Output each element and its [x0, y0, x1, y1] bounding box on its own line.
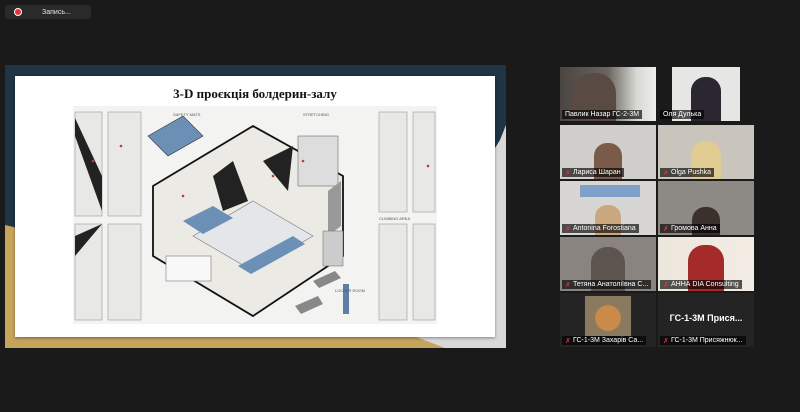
muted-mic-icon: ✗	[663, 338, 669, 345]
slide-title: 3-D проєкція болдерин-залу	[173, 86, 337, 101]
participant-name: ✗ АННА DIA Consulting	[660, 280, 742, 289]
participant-name: ✗ ГС-1-3М Присяжнюк...	[660, 336, 746, 345]
participant-tile[interactable]: ✗ ГС-1-3М Захарів Са...	[560, 293, 656, 347]
muted-mic-icon: ✗	[565, 338, 571, 345]
recording-label: Запись...	[42, 8, 71, 16]
participant-tile[interactable]: ✗ Тетяна Анатоліївна С...	[560, 237, 656, 291]
muted-mic-icon: ✗	[663, 226, 669, 233]
participant-tile[interactable]: ✗ Лариса Шаран	[560, 125, 656, 179]
participant-name: ✗ Olga Pushka	[660, 168, 715, 177]
label-stretching: STRETCHING	[303, 112, 329, 117]
muted-mic-icon: ✗	[663, 170, 669, 177]
participant-tile[interactable]: ГС-1-3М Прися... ✗ ГС-1-3М Присяжнюк...	[658, 293, 754, 347]
label-safety-mats: SAFETY MATS	[173, 112, 201, 117]
muted-mic-icon: ✗	[663, 282, 669, 289]
record-dot-icon	[14, 8, 22, 16]
label-climbing-area: CLIMBING AREA	[379, 216, 410, 221]
muted-mic-icon: ✗	[565, 282, 571, 289]
participant-tile[interactable]: ✗ Antonina Forostiana	[560, 181, 656, 235]
participant-name: ✗ ГС-1-3М Захарів Са...	[562, 336, 647, 345]
participant-name: ✗ Antonina Forostiana	[562, 224, 639, 233]
recording-indicator[interactable]: Запись...	[5, 5, 91, 19]
participant-tile[interactable]: ✗ Olga Pushka	[658, 125, 754, 179]
participant-name: Павлик Назар ГС-2-3М	[562, 110, 643, 119]
slide: 3-D проєкція болдерин-залу SAFETY MATS S…	[15, 76, 495, 337]
bouldering-hall-illustration: SAFETY MATS STRETCHING CLIMBING AREA LOC…	[73, 106, 437, 324]
participant-name: ✗ Громова Анна	[660, 224, 720, 233]
participant-tile[interactable]: Оля Дулька	[658, 67, 754, 121]
participant-name: ✗ Лариса Шаран	[562, 168, 624, 177]
participant-tile[interactable]: ✗ АННА DIA Consulting	[658, 237, 754, 291]
participant-placeholder-name: ГС-1-3М Прися...	[669, 313, 743, 323]
shared-screen: 3-D проєкція болдерин-залу SAFETY MATS S…	[5, 65, 506, 348]
participant-tile[interactable]: Павлик Назар ГС-2-3М	[560, 67, 656, 121]
hamster-avatar	[585, 296, 631, 336]
muted-mic-icon: ✗	[565, 170, 571, 177]
muted-mic-icon: ✗	[565, 226, 571, 233]
participant-tile[interactable]: ✗ Громова Анна	[658, 181, 754, 235]
label-locker-room: LOCKER ROOM	[335, 288, 365, 293]
participant-name: Оля Дулька	[660, 110, 705, 119]
participant-name: ✗ Тетяна Анатоліївна С...	[562, 280, 652, 289]
